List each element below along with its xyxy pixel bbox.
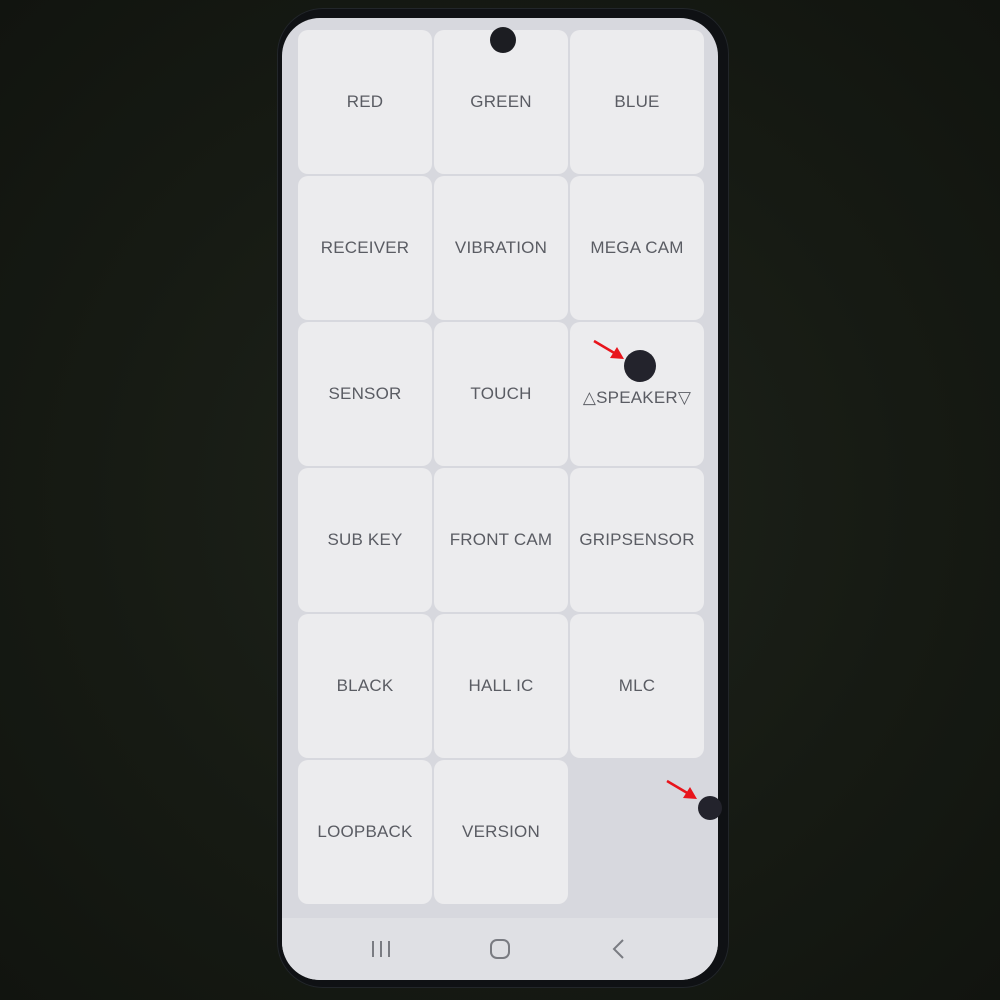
tile-mega-cam[interactable]: MEGA CAM [570,176,704,320]
tile-label: BLUE [614,92,660,111]
tile-label: MEGA CAM [590,238,684,257]
tile-label: VIBRATION [454,238,548,257]
tile-hall-ic[interactable]: HALL IC [434,614,568,758]
home-button[interactable] [480,929,520,969]
tile-version[interactable]: VERSION [434,760,568,904]
tile-label: RECEIVER [320,238,410,257]
front-camera-cutout [490,27,516,53]
tile-sub-key[interactable]: SUB KEY [298,468,432,612]
tile-label: HALL IC [468,676,534,695]
tile-label: SENSOR [328,384,402,403]
tile-blue[interactable]: BLUE [570,30,704,174]
tile-black[interactable]: BLACK [298,614,432,758]
tile-gripsensor[interactable]: GRIPSENSOR [570,468,704,612]
tile-label: △SPEAKER▽ [582,388,692,407]
tile-label: RED [346,92,384,111]
red-arrow-icon [593,339,624,359]
tile-label: TOUCH [470,384,532,403]
tile-label: GRIPSENSOR [579,530,695,549]
screen-defect-spot [624,350,656,382]
tile-front-cam[interactable]: FRONT CAM [434,468,568,612]
tile-sensor[interactable]: SENSOR [298,322,432,466]
red-arrow-icon [666,779,697,799]
back-button[interactable] [599,929,639,969]
screen-edge-defect-spot [698,796,722,820]
tile-loopback[interactable]: LOOPBACK [298,760,432,904]
navigation-bar [282,918,718,980]
test-menu-grid: RED GREEN BLUE RECEIVER VIBRATION MEGA C… [298,30,704,904]
recents-icon [372,941,391,957]
recents-button[interactable] [361,929,401,969]
phone-screen: RED GREEN BLUE RECEIVER VIBRATION MEGA C… [282,18,718,980]
tile-label: BLACK [336,676,394,695]
tile-touch[interactable]: TOUCH [434,322,568,466]
tile-label: GREEN [470,92,532,111]
tile-red[interactable]: RED [298,30,432,174]
tile-label: MLC [618,676,656,695]
tile-speaker[interactable]: △SPEAKER▽ [570,322,704,466]
tile-label: FRONT CAM [449,530,553,549]
tile-mlc[interactable]: MLC [570,614,704,758]
home-icon [489,939,510,959]
tile-label: LOOPBACK [317,822,413,841]
tile-receiver[interactable]: RECEIVER [298,176,432,320]
tile-label: SUB KEY [327,530,403,549]
tile-label: VERSION [462,822,540,841]
tile-vibration[interactable]: VIBRATION [434,176,568,320]
back-icon [612,939,624,959]
